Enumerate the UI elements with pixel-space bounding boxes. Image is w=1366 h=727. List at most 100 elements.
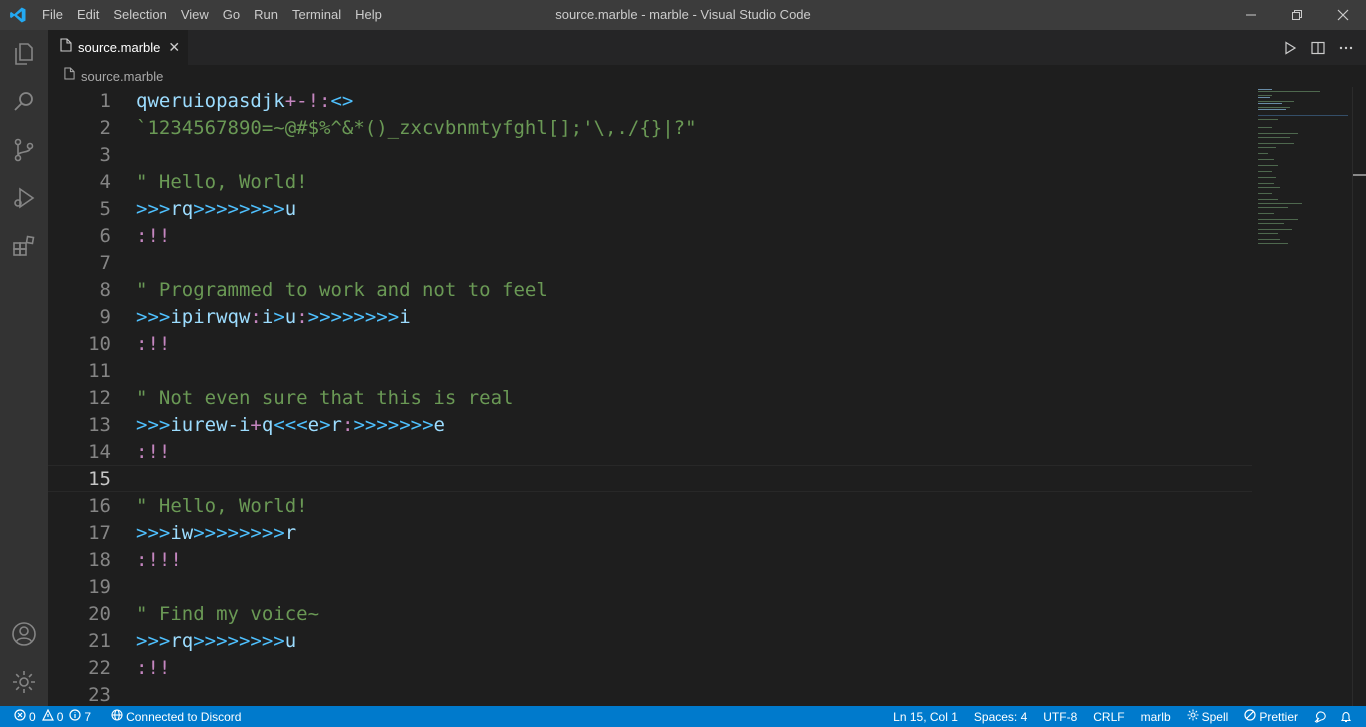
files-icon[interactable]	[0, 30, 48, 78]
discord-status[interactable]: Connected to Discord	[105, 706, 247, 727]
close-window-button[interactable]	[1320, 0, 1366, 30]
line-number: 6	[99, 224, 111, 247]
vertical-scrollbar[interactable]	[1352, 87, 1366, 706]
minimap-line	[1258, 137, 1290, 138]
status-bar-right: Ln 15, Col 1 Spaces: 4 UTF-8 CRLF marlb …	[887, 706, 1358, 727]
menu-edit[interactable]: Edit	[70, 0, 106, 30]
close-tab-icon[interactable]: ✕	[168, 39, 180, 56]
line-number: 15	[88, 467, 111, 490]
code-line[interactable]: 6 :!!	[48, 222, 1252, 249]
code-line[interactable]: 16 " Hello, World!	[48, 492, 1252, 519]
code-line[interactable]: 11	[48, 357, 1252, 384]
breadcrumb: source.marble	[48, 65, 1366, 87]
split-editor-icon[interactable]	[1308, 38, 1328, 58]
more-actions-icon[interactable]	[1336, 38, 1356, 58]
line-number: 21	[88, 629, 111, 652]
minimap-line	[1258, 95, 1272, 96]
code-line[interactable]: 1 qweruiopasdjk+-!:<>	[48, 87, 1252, 114]
code-line[interactable]: 5 >>>rq>>>>>>>>u	[48, 195, 1252, 222]
breadcrumb-file[interactable]: source.marble	[81, 69, 163, 84]
cursor-position[interactable]: Ln 15, Col 1	[887, 706, 964, 727]
minimap-line	[1258, 89, 1272, 90]
run-file-icon[interactable]	[1280, 38, 1300, 58]
discord-label: Connected to Discord	[126, 709, 242, 724]
code-text: >>>iw>>>>>>>>r	[136, 521, 297, 544]
problems-indicator[interactable]: 0 0 7	[0, 706, 97, 727]
source-control-icon[interactable]	[0, 126, 48, 174]
code-text: " Programmed to work and not to feel	[136, 278, 548, 301]
code-line[interactable]: 21 >>>rq>>>>>>>>u	[48, 627, 1252, 654]
indentation[interactable]: Spaces: 4	[968, 706, 1033, 727]
extensions-icon[interactable]	[0, 222, 48, 270]
minimap-line	[1258, 115, 1348, 116]
minimap-line	[1258, 239, 1280, 240]
menu-selection[interactable]: Selection	[106, 0, 173, 30]
code-editor[interactable]: 1 qweruiopasdjk+-!:<> 2 `1234567890=~@#$…	[48, 87, 1252, 706]
settings-gear-icon[interactable]	[0, 658, 48, 706]
minimap-line	[1258, 183, 1274, 184]
line-number: 11	[88, 359, 111, 382]
line-number: 1	[99, 89, 111, 112]
tab-bar: source.marble ✕	[48, 30, 1366, 65]
code-text: :!!!	[136, 548, 182, 571]
line-number: 17	[88, 521, 111, 544]
code-line[interactable]: 20 " Find my voice~	[48, 600, 1252, 627]
encoding[interactable]: UTF-8	[1037, 706, 1083, 727]
code-line[interactable]: 2 `1234567890=~@#$%^&*()_zxcvbnmtyfghl[]…	[48, 114, 1252, 141]
code-line[interactable]: 4 " Hello, World!	[48, 168, 1252, 195]
minimap-line	[1258, 143, 1294, 144]
line-number: 20	[88, 602, 111, 625]
title-bar: File Edit Selection View Go Run Terminal…	[0, 0, 1366, 30]
menu-file[interactable]: File	[35, 0, 70, 30]
line-number: 5	[99, 197, 111, 220]
line-number: 12	[88, 386, 111, 409]
code-line[interactable]: 19	[48, 573, 1252, 600]
prettier-status[interactable]: Prettier	[1238, 706, 1304, 727]
code-line[interactable]: 17 >>>iw>>>>>>>>r	[48, 519, 1252, 546]
notifications-icon[interactable]	[1334, 706, 1358, 727]
code-line[interactable]: 22 :!!	[48, 654, 1252, 681]
menu-help[interactable]: Help	[348, 0, 389, 30]
minimap-line	[1258, 109, 1286, 110]
run-debug-icon[interactable]	[0, 174, 48, 222]
search-icon[interactable]	[0, 78, 48, 126]
minimap-line	[1258, 207, 1288, 208]
tab-source-marble[interactable]: source.marble ✕	[48, 30, 188, 65]
minimize-button[interactable]	[1228, 0, 1274, 30]
globe-icon	[111, 709, 123, 724]
error-count: 0	[29, 709, 36, 724]
status-bar: 0 0 7 Connected to Discord Ln 15, Col 1 …	[0, 706, 1366, 727]
menu-bar: File Edit Selection View Go Run Terminal…	[35, 0, 389, 30]
current-line[interactable]: 15	[48, 465, 1252, 492]
code-text: >>>rq>>>>>>>>u	[136, 197, 297, 220]
code-line[interactable]: 8 " Programmed to work and not to feel	[48, 276, 1252, 303]
code-line[interactable]: 3	[48, 141, 1252, 168]
account-icon[interactable]	[0, 610, 48, 658]
menu-go[interactable]: Go	[216, 0, 247, 30]
line-number: 10	[88, 332, 111, 355]
menu-view[interactable]: View	[174, 0, 216, 30]
spell-check[interactable]: Spell	[1181, 706, 1235, 727]
restore-button[interactable]	[1274, 0, 1320, 30]
line-number: 14	[88, 440, 111, 463]
code-line[interactable]: 18 :!!!	[48, 546, 1252, 573]
menu-run[interactable]: Run	[247, 0, 285, 30]
menu-terminal[interactable]: Terminal	[285, 0, 348, 30]
code-text: " Not even sure that this is real	[136, 386, 514, 409]
code-line[interactable]: 13 >>>iurew-i+q<<<e>r:>>>>>>>e	[48, 411, 1252, 438]
feedback-icon[interactable]	[1308, 706, 1334, 727]
code-line[interactable]: 7	[48, 249, 1252, 276]
code-line[interactable]: 12 " Not even sure that this is real	[48, 384, 1252, 411]
end-of-line[interactable]: CRLF	[1087, 706, 1130, 727]
code-text: >>>rq>>>>>>>>u	[136, 629, 297, 652]
code-text: `1234567890=~@#$%^&*()_zxcvbnmtyfghl[];'…	[136, 116, 697, 139]
minimap[interactable]	[1252, 87, 1352, 706]
code-line[interactable]: 23	[48, 681, 1252, 706]
code-text: :!!	[136, 332, 171, 355]
code-line[interactable]: 9 >>>ipirwqw:i>u:>>>>>>>>i	[48, 303, 1252, 330]
minimap-line	[1258, 165, 1278, 166]
code-line[interactable]: 14 :!!	[48, 438, 1252, 465]
language-mode[interactable]: marlb	[1135, 706, 1177, 727]
code-line[interactable]: 10 :!!	[48, 330, 1252, 357]
minimap-line	[1258, 119, 1278, 120]
